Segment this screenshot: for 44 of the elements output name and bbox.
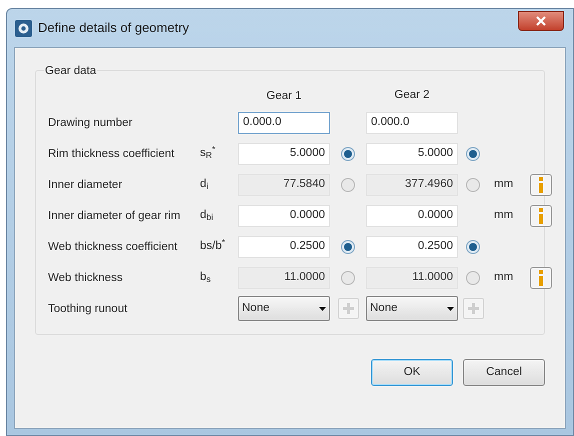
unit-label: mm — [493, 208, 514, 223]
field-label: Inner diameter of gear rim — [48, 209, 182, 224]
symbol-label: bs/b$^{*}$ — [200, 238, 226, 254]
field-label: Drawing number — [48, 116, 134, 131]
plus-icon — [342, 303, 354, 314]
unit-label: mm — [493, 270, 514, 285]
field-label: Rim thickness coefficient — [48, 147, 176, 162]
field-label: Toothing runout — [48, 302, 128, 317]
input-field[interactable]: 0.0000 — [366, 204, 458, 226]
info-icon — [537, 270, 545, 286]
radio-button[interactable] — [341, 146, 355, 160]
input-field[interactable]: 0.2500 — [238, 236, 330, 258]
info-icon — [537, 176, 545, 192]
dialog-button[interactable]: Cancel — [463, 359, 545, 386]
window-title: Define details of geometry — [38, 19, 190, 38]
gear-icon — [15, 20, 32, 36]
input-field[interactable]: 0.2500 — [366, 236, 458, 258]
radio-button[interactable] — [466, 240, 480, 254]
symbol-label: d$_{bi}$ — [200, 208, 214, 224]
column-header: Gear 2 — [393, 88, 431, 104]
radio-button[interactable] — [466, 146, 480, 160]
info-button[interactable] — [530, 266, 552, 288]
close-button[interactable] — [518, 11, 564, 31]
input-field[interactable]: 0.000.0 — [366, 112, 458, 134]
dropdown-arrow-icon — [319, 306, 326, 310]
field-label: Web thickness coefficient — [48, 240, 178, 255]
unit-label: mm — [493, 176, 514, 192]
column-header: Gear 1 — [265, 89, 303, 104]
field-label: Inner diameter — [48, 178, 124, 193]
close-icon — [536, 16, 546, 26]
info-button[interactable] — [530, 204, 552, 226]
plus-icon — [468, 303, 478, 314]
dialog-button[interactable]: OK — [371, 359, 453, 386]
info-icon — [537, 208, 545, 224]
input-field[interactable]: 5.0000 — [366, 142, 458, 164]
input-field[interactable]: 0.0000 — [238, 204, 330, 226]
symbol-label: d$_{i}$ — [200, 176, 210, 194]
radio-button[interactable] — [341, 240, 355, 254]
dropdown-arrow-icon — [447, 306, 454, 310]
field-label: Web thickness — [48, 271, 124, 286]
input-field[interactable]: 0.000.0 — [238, 112, 330, 134]
info-button[interactable] — [530, 174, 552, 196]
symbol-label: b$_{s}$ — [200, 270, 212, 286]
input-field[interactable]: 5.0000 — [238, 142, 330, 164]
